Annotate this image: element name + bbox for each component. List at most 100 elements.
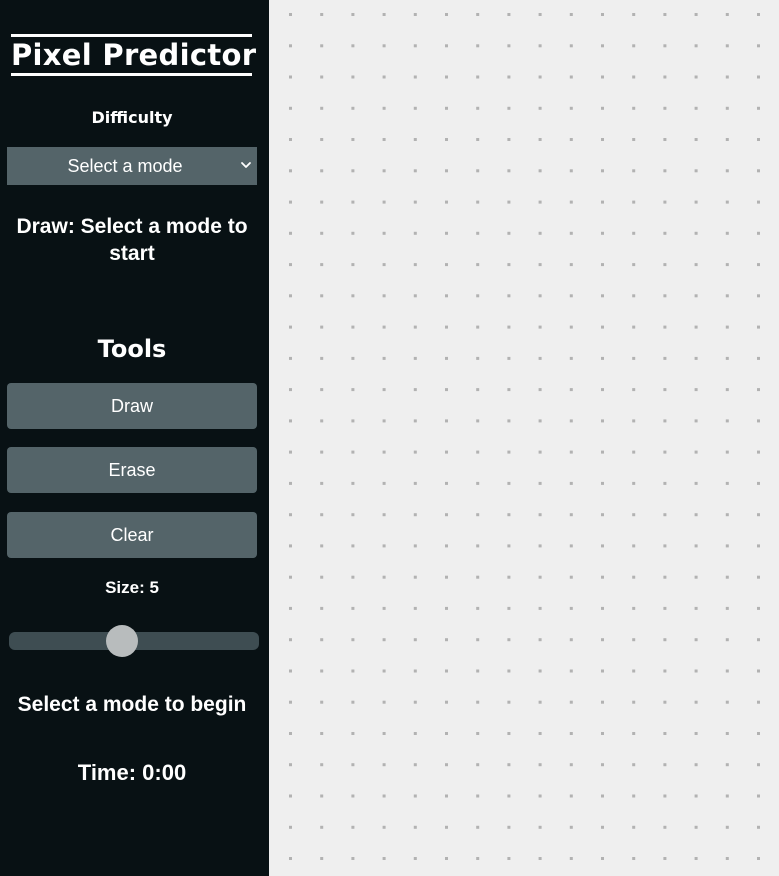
grid-dot bbox=[632, 356, 636, 360]
grid-dot bbox=[320, 263, 324, 267]
grid-dot bbox=[757, 200, 760, 204]
grid-dot bbox=[476, 544, 480, 548]
size-slider[interactable] bbox=[9, 625, 259, 657]
draw-button[interactable]: Draw bbox=[7, 383, 257, 429]
grid-dot bbox=[601, 231, 604, 235]
grid-dot bbox=[632, 669, 636, 673]
chevron-down-icon bbox=[241, 162, 251, 168]
grid-dot bbox=[289, 356, 292, 360]
grid-dot bbox=[507, 638, 511, 642]
grid-dot bbox=[538, 606, 542, 610]
grid-dot bbox=[694, 638, 698, 642]
grid-dot bbox=[382, 263, 386, 267]
grid-dot bbox=[413, 794, 417, 798]
grid-dot bbox=[538, 325, 542, 329]
grid-dot bbox=[632, 794, 636, 798]
grid-dot bbox=[569, 294, 573, 298]
grid-dot bbox=[601, 450, 604, 454]
grid-dot bbox=[320, 732, 324, 735]
grid-dot bbox=[289, 857, 292, 860]
grid-dot bbox=[351, 638, 355, 642]
grid-dot bbox=[725, 325, 729, 329]
grid-dot bbox=[663, 732, 667, 735]
grid-dot bbox=[694, 857, 698, 860]
grid-dot bbox=[725, 169, 729, 173]
game-status: Select a mode to begin bbox=[17, 693, 247, 716]
grid-dot bbox=[569, 825, 573, 829]
grid-dot bbox=[569, 75, 573, 79]
mode-select[interactable]: Select a mode bbox=[7, 147, 257, 185]
grid-dot bbox=[538, 481, 542, 485]
grid-dot bbox=[694, 763, 698, 767]
grid-dot bbox=[289, 44, 292, 48]
grid-dot bbox=[725, 263, 729, 267]
grid-dot bbox=[445, 356, 448, 360]
grid-dot bbox=[289, 513, 292, 517]
grid-dot bbox=[413, 544, 417, 548]
grid-dot bbox=[382, 138, 386, 141]
grid-dot bbox=[601, 732, 604, 735]
grid-dot bbox=[601, 669, 604, 673]
grid-dot bbox=[694, 700, 698, 704]
grid-dot bbox=[663, 138, 667, 141]
grid-dot bbox=[694, 231, 698, 235]
grid-dot bbox=[694, 200, 698, 204]
grid-dot bbox=[382, 419, 386, 423]
grid-dot bbox=[289, 700, 292, 704]
grid-dot bbox=[663, 513, 667, 517]
grid-dot bbox=[382, 544, 386, 548]
grid-dot bbox=[507, 669, 511, 673]
grid-dot bbox=[507, 857, 511, 860]
sidebar: Pixel Predictor Difficulty Select a mode… bbox=[0, 0, 269, 876]
grid-dot bbox=[413, 732, 417, 735]
drawing-canvas[interactable] bbox=[269, 0, 779, 876]
grid-dot bbox=[757, 763, 760, 767]
grid-dot bbox=[757, 356, 760, 360]
grid-dot bbox=[476, 794, 480, 798]
grid-dot bbox=[289, 231, 292, 235]
grid-dot bbox=[632, 700, 636, 704]
grid-dot bbox=[569, 263, 573, 267]
grid-dot bbox=[757, 825, 760, 829]
grid-dot bbox=[351, 481, 355, 485]
grid-dot bbox=[507, 13, 511, 16]
grid-dot bbox=[725, 794, 729, 798]
grid-dot bbox=[663, 794, 667, 798]
grid-dot bbox=[382, 13, 386, 16]
grid-dot bbox=[694, 513, 698, 517]
grid-dot bbox=[663, 200, 667, 204]
grid-dot bbox=[476, 263, 480, 267]
grid-dot bbox=[569, 481, 573, 485]
grid-dot bbox=[663, 75, 667, 79]
grid-dot bbox=[694, 794, 698, 798]
grid-dot bbox=[757, 857, 760, 860]
grid-dot bbox=[351, 325, 355, 329]
grid-dot bbox=[351, 75, 355, 79]
grid-dot bbox=[445, 138, 448, 141]
grid-dot bbox=[569, 169, 573, 173]
grid-dot bbox=[601, 606, 604, 610]
clear-button[interactable]: Clear bbox=[7, 512, 257, 558]
grid-dot bbox=[476, 169, 480, 173]
grid-dot bbox=[413, 700, 417, 704]
grid-dot bbox=[663, 44, 667, 48]
grid-dot bbox=[757, 106, 760, 110]
grid-dot bbox=[382, 106, 386, 110]
grid-dot bbox=[725, 106, 729, 110]
grid-dot bbox=[351, 575, 355, 579]
grid-dot bbox=[507, 231, 511, 235]
grid-dot bbox=[663, 450, 667, 454]
grid-dot bbox=[725, 44, 729, 48]
grid-dot bbox=[289, 575, 292, 579]
grid-dot bbox=[538, 169, 542, 173]
grid-dot bbox=[507, 825, 511, 829]
grid-dot bbox=[725, 825, 729, 829]
erase-button[interactable]: Erase bbox=[7, 447, 257, 493]
grid-dot bbox=[663, 669, 667, 673]
grid-dot bbox=[601, 44, 604, 48]
size-slider-thumb[interactable] bbox=[106, 625, 138, 657]
grid-dot bbox=[382, 481, 386, 485]
grid-dot bbox=[569, 669, 573, 673]
grid-dot bbox=[445, 481, 448, 485]
grid-dot bbox=[538, 388, 542, 392]
